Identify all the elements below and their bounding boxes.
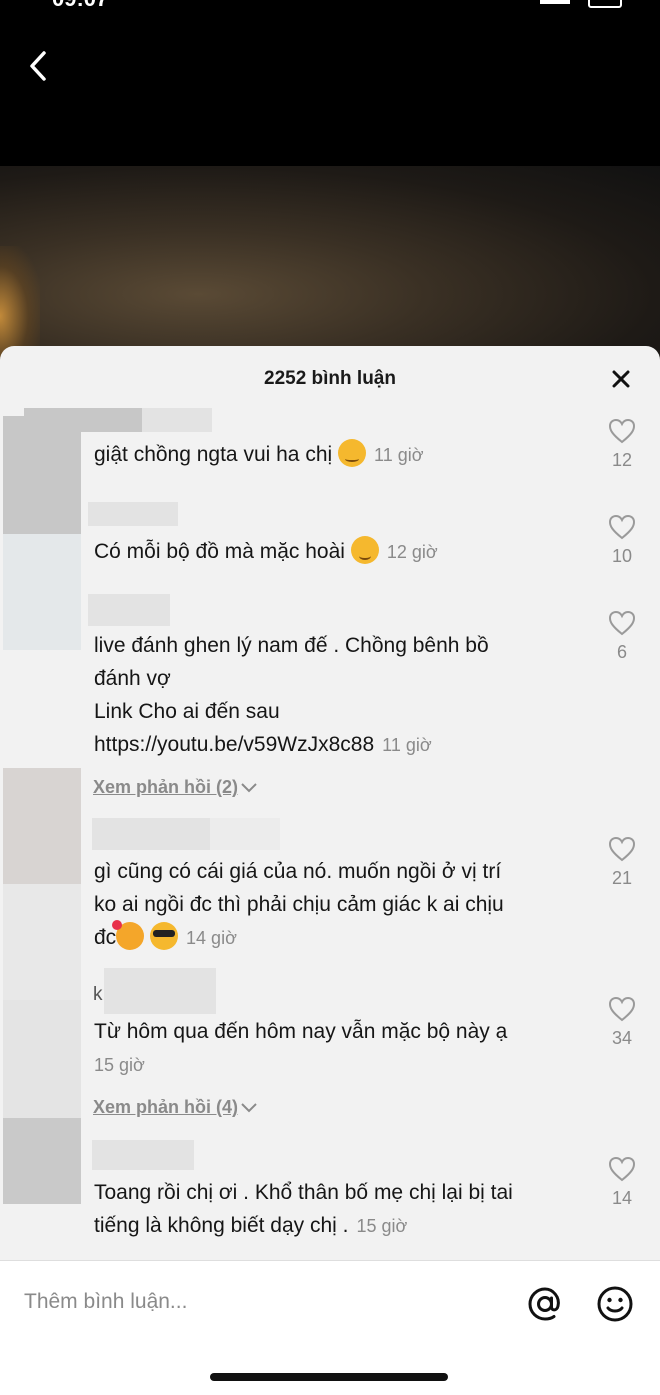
redacted-username (92, 818, 210, 850)
avatar[interactable] (3, 1118, 81, 1204)
comment-time: 15 giờ (94, 1055, 145, 1075)
comment-text: giật chồng ngta vui ha chị 11 giờ (94, 438, 424, 472)
home-indicator[interactable] (210, 1373, 448, 1381)
at-icon (528, 1287, 560, 1321)
sunglasses-emoji-icon (150, 922, 179, 950)
comments-title: 2252 bình luận (264, 368, 396, 389)
status-time: 09:07 (52, 0, 108, 12)
heart-outline-icon (608, 514, 636, 540)
like-button[interactable]: 10 (604, 514, 640, 567)
smiling-hearts-emoji-icon (112, 920, 145, 950)
avatar[interactable] (3, 416, 81, 534)
username-initial: k (93, 984, 103, 1005)
redacted-username (210, 818, 280, 850)
mention-button[interactable] (526, 1285, 564, 1323)
comment-text: live đánh ghen lý nam đế . Chồng bênh bồ… (94, 634, 489, 756)
heart-outline-icon (608, 418, 636, 444)
view-replies-button[interactable]: Xem phản hồi (2) (93, 777, 258, 798)
comment-time: 14 giờ (186, 928, 237, 948)
like-count: 6 (616, 642, 627, 662)
comment-input[interactable] (22, 1283, 506, 1321)
comment-text: gì cũng có cái giá của nó. muốn ngồi ở v… (94, 860, 504, 950)
avatar[interactable] (3, 1000, 81, 1118)
like-button[interactable]: 6 (604, 610, 640, 663)
like-button[interactable]: 14 (604, 1156, 640, 1209)
like-count: 34 (611, 1028, 633, 1048)
comment-text: Toang rồi chị ơi . Khổ thân bố mẹ chị lạ… (94, 1181, 513, 1237)
close-icon (612, 370, 630, 388)
comment-input-bar (0, 1260, 660, 1395)
avatar[interactable] (3, 884, 81, 1000)
like-count: 10 (611, 546, 633, 566)
redacted-username (88, 594, 170, 626)
smiley-icon (597, 1286, 633, 1322)
like-button[interactable]: 12 (604, 418, 640, 471)
like-count: 14 (611, 1188, 633, 1208)
heart-outline-icon (608, 836, 636, 862)
relieved-emoji-icon (350, 536, 379, 564)
like-button[interactable]: 21 (604, 836, 640, 889)
comment-time: 15 giờ (356, 1216, 408, 1236)
chevron-left-icon (30, 51, 46, 81)
like-count: 21 (611, 868, 633, 888)
avatar[interactable] (3, 534, 81, 650)
redacted-username (88, 502, 178, 526)
signal-icon (540, 0, 570, 4)
close-button[interactable] (606, 364, 636, 394)
video-area: 09:07 (0, 0, 660, 386)
chevron-down-icon (241, 1103, 257, 1113)
redacted-username (104, 968, 216, 1014)
comment-text: Có mỗi bộ đồ mà mặc hoài 12 giờ (94, 535, 438, 569)
chevron-down-icon (241, 783, 257, 793)
comment-time: 11 giờ (382, 735, 432, 755)
comment-time: 11 giờ (374, 445, 424, 465)
heart-outline-icon (608, 1156, 636, 1182)
heart-outline-icon (608, 996, 636, 1022)
comment-text: Từ hôm qua đến hôm nay vẫn mặc bộ này ạ … (94, 1020, 508, 1075)
redacted-username (142, 408, 212, 432)
redacted-username (92, 1140, 194, 1170)
heart-outline-icon (608, 610, 636, 636)
smirk-emoji-icon (338, 439, 367, 467)
comment-time: 12 giờ (386, 542, 438, 562)
status-icons (540, 0, 622, 8)
emoji-button[interactable] (596, 1285, 634, 1323)
back-button[interactable] (18, 46, 58, 86)
like-count: 12 (611, 450, 633, 470)
avatar[interactable] (3, 768, 81, 884)
view-replies-button[interactable]: Xem phản hồi (4) (93, 1097, 258, 1118)
battery-icon (588, 0, 622, 8)
like-button[interactable]: 34 (604, 996, 640, 1049)
